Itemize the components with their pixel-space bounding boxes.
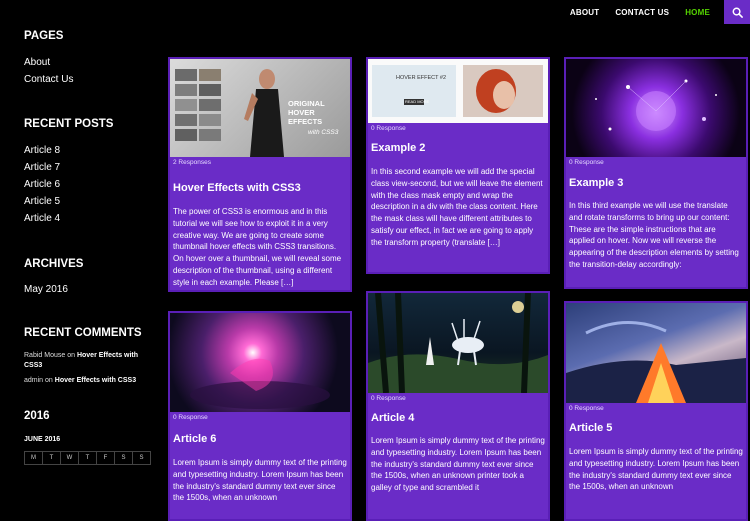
thumbnail-heading: ORIGINAL HOVER EFFECTS	[288, 99, 325, 126]
widget-archives: ARCHIVES May 2016	[24, 258, 154, 295]
post-title[interactable]: Article 4	[371, 412, 545, 424]
post-card: ORIGINAL HOVER EFFECTS with CSS3 2 Respo…	[168, 57, 352, 292]
post-title[interactable]: Article 6	[173, 433, 347, 445]
sidebar: PAGES About Contact Us RECENT POSTS Arti…	[24, 30, 154, 465]
post-card: 0 Response Article 5 Lorem Ipsum is simp…	[564, 301, 748, 521]
post-title[interactable]: Example 2	[371, 142, 545, 154]
post-comment-count[interactable]: 0 Response	[566, 157, 746, 168]
top-navigation-bar: ABOUT CONTACT US HOME	[0, 0, 750, 24]
widget-title-year: 2016	[24, 410, 50, 422]
nav-contact-link[interactable]: CONTACT US	[615, 8, 669, 17]
post-excerpt: The power of CSS3 is enormous and in thi…	[173, 207, 342, 287]
post-card: 0 Response Example 3 In this third examp…	[564, 57, 748, 289]
calendar-day-header: M	[24, 451, 43, 465]
thumbnail-art	[566, 321, 746, 403]
post-title[interactable]: Hover Effects with CSS3	[173, 182, 347, 194]
post-card: 0 Response Article 4 Lorem Ipsum is simp…	[366, 291, 550, 521]
widget-pages: PAGES About Contact Us	[24, 30, 154, 85]
recent-post-link[interactable]: Article 4	[24, 213, 154, 224]
recent-post-link[interactable]: Article 5	[24, 196, 154, 207]
thumbnail-art	[368, 293, 548, 393]
recent-post-link[interactable]: Article 6	[24, 179, 154, 190]
calendar-day-header: T	[42, 451, 61, 465]
post-excerpt: Lorem Ipsum is simply dummy text of the …	[569, 447, 743, 492]
post-comment-count[interactable]: 0 Response	[170, 412, 350, 423]
widget-title-recent-posts: RECENT POSTS	[24, 118, 114, 130]
calendar-day-header: S	[114, 451, 133, 465]
primary-menu: ABOUT CONTACT US HOME	[570, 0, 710, 24]
comment-item: admin on Hover Effects with CSS3	[24, 376, 154, 386]
sidebar-link-contact[interactable]: Contact Us	[24, 74, 154, 85]
widget-title-archives: ARCHIVES	[24, 258, 84, 270]
calendar-day-header: T	[78, 451, 97, 465]
calendar-day-header: S	[132, 451, 151, 465]
post-thumbnail[interactable]: HOVER EFFECT #2 READ MORE	[368, 59, 548, 123]
archive-link[interactable]: May 2016	[24, 284, 154, 295]
post-title[interactable]: Article 5	[569, 422, 743, 434]
post-thumbnail[interactable]	[566, 59, 746, 157]
nav-about-link[interactable]: ABOUT	[570, 8, 599, 17]
comment-item: Rabid Mouse on Hover Effects with CSS3	[24, 351, 154, 371]
post-excerpt: Lorem Ipsum is simply dummy text of the …	[371, 436, 545, 493]
post-title[interactable]: Example 3	[569, 177, 743, 189]
calendar-day-header: W	[60, 451, 79, 465]
widget-calendar: 2016 JUNE 2016 M T W T F S S	[24, 410, 154, 465]
calendar-day-header: F	[96, 451, 115, 465]
sidebar-link-about[interactable]: About	[24, 57, 154, 68]
comment-post-link[interactable]: Hover Effects with CSS3	[55, 377, 136, 384]
comment-on-text: on	[45, 377, 53, 384]
post-thumbnail[interactable]	[566, 303, 746, 403]
post-excerpt: In this second example we will add the s…	[371, 167, 543, 247]
widget-recent-posts: RECENT POSTS Article 8 Article 7 Article…	[24, 118, 154, 224]
post-excerpt: Lorem Ipsum is simply dummy text of the …	[173, 458, 347, 503]
widget-title-pages: PAGES	[24, 30, 64, 42]
calendar-table: M T W T F S S	[24, 451, 151, 465]
post-comment-count[interactable]: 0 Response	[368, 393, 548, 404]
recent-post-link[interactable]: Article 7	[24, 162, 154, 173]
post-thumbnail[interactable]	[368, 293, 548, 393]
post-excerpt: In this third example we will use the tr…	[569, 201, 739, 269]
post-thumbnail[interactable]: ORIGINAL HOVER EFFECTS with CSS3	[170, 59, 350, 157]
thumbnail-heading: HOVER EFFECT #2	[396, 75, 447, 81]
post-thumbnail[interactable]	[170, 313, 350, 412]
post-comment-count[interactable]: 0 Response	[368, 123, 548, 134]
thumbnail-art	[372, 65, 543, 117]
comment-on-text: on	[67, 352, 75, 359]
search-button[interactable]	[724, 0, 750, 24]
widget-title-recent-comments: RECENT COMMENTS	[24, 327, 142, 339]
search-icon	[732, 7, 743, 18]
post-comment-count[interactable]: 2 Responses	[170, 157, 350, 168]
post-card: 0 Response Article 6 Lorem Ipsum is simp…	[168, 311, 352, 521]
calendar-caption: JUNE 2016	[24, 436, 61, 443]
nav-home-link[interactable]: HOME	[685, 8, 710, 17]
thumbnail-read-more: READ MORE	[405, 99, 430, 104]
comment-author: admin	[24, 377, 44, 384]
thumbnail-art	[190, 358, 330, 409]
comment-author: Rabid Mouse	[24, 352, 66, 359]
recent-post-link[interactable]: Article 8	[24, 145, 154, 156]
post-comment-count[interactable]: 0 Response	[566, 403, 746, 414]
thumbnail-art	[595, 79, 717, 131]
widget-recent-comments: RECENT COMMENTS Rabid Mouse on Hover Eff…	[24, 327, 154, 386]
thumbnail-subheading: with CSS3	[308, 129, 339, 136]
post-card: HOVER EFFECT #2 READ MORE 0 Response Exa…	[366, 57, 550, 274]
